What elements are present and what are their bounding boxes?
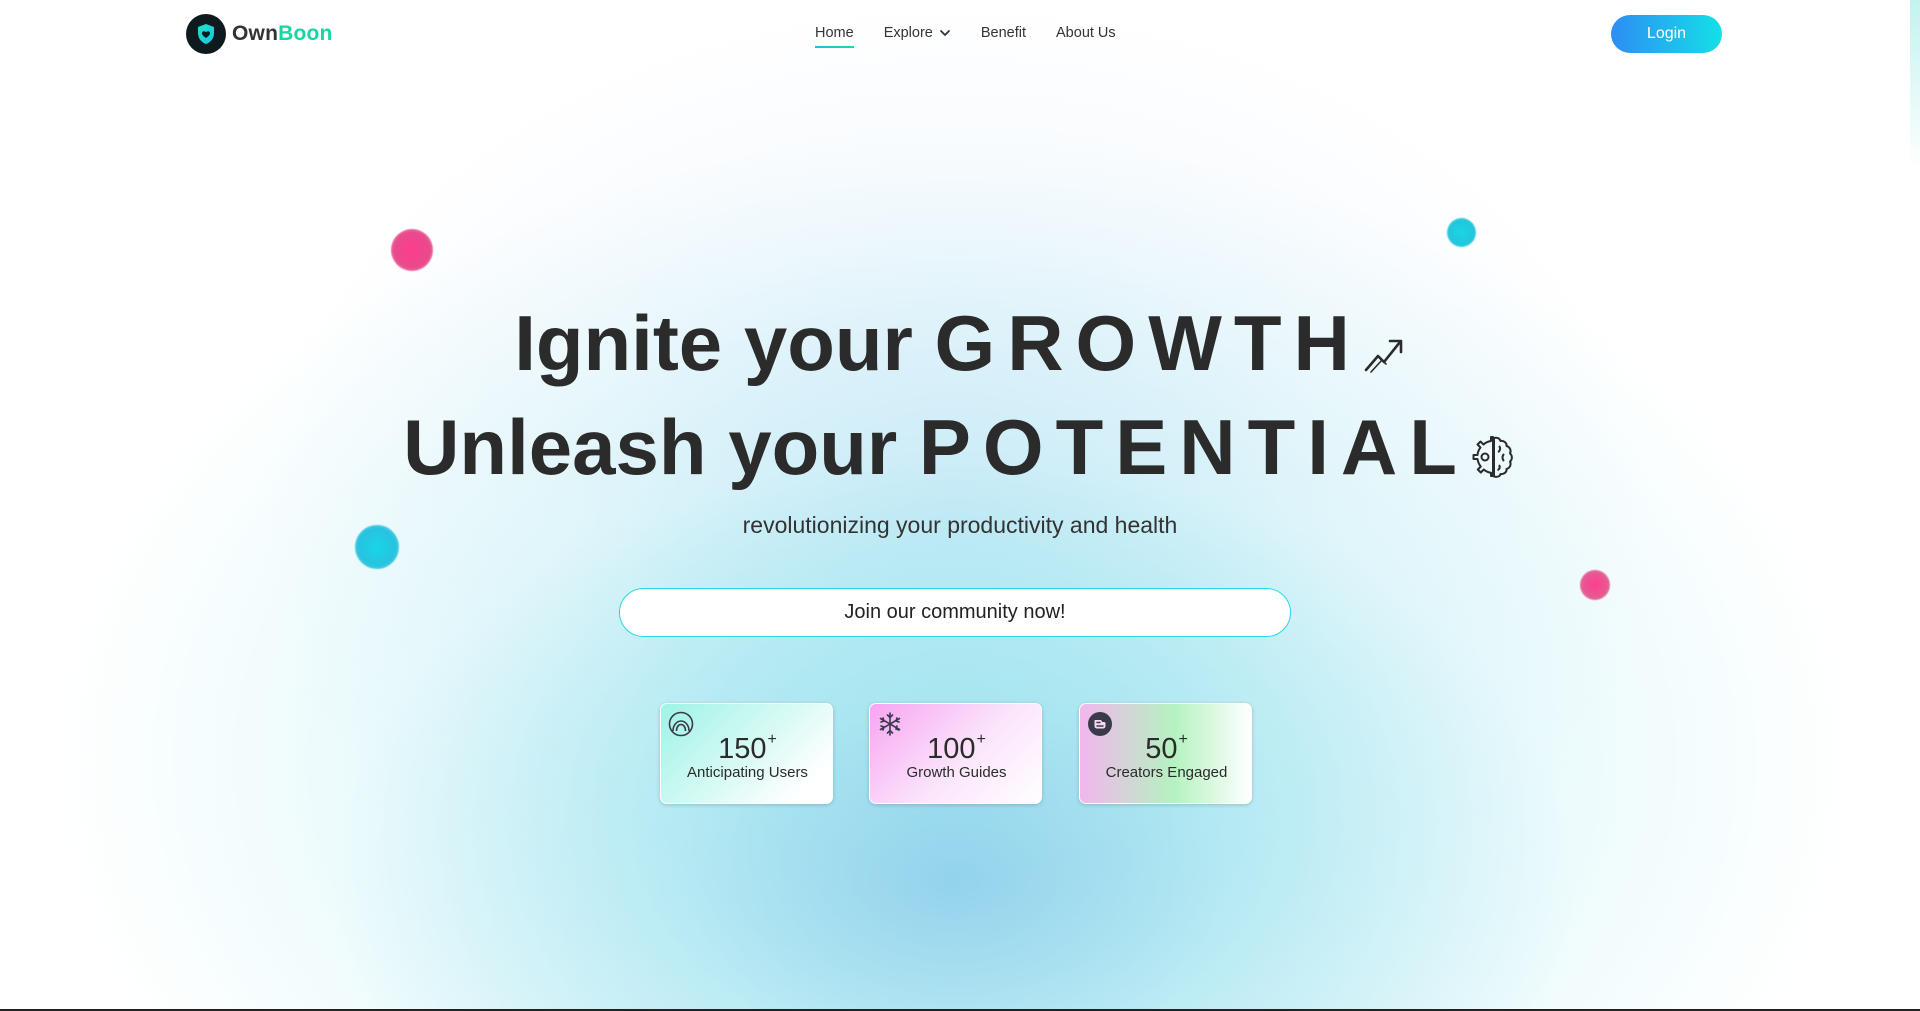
brand-name-part2: Boon: [278, 22, 333, 45]
decorative-orb-cyan: [1447, 218, 1476, 247]
join-community-button[interactable]: Join our community now!: [619, 588, 1291, 637]
chevron-down-icon: [939, 30, 950, 36]
stat-suffix: +: [767, 731, 777, 748]
stat-card-creators: 50+ Creators Engaged: [1079, 703, 1252, 804]
stat-suffix: +: [1178, 731, 1188, 748]
brand-name-part1: Own: [232, 22, 279, 45]
hero-subtitle: revolutionizing your productivity and he…: [742, 512, 1178, 538]
headline-emphasis: POTENTIAL: [918, 403, 1469, 491]
stat-suffix: +: [976, 731, 986, 748]
nav-item-about-us[interactable]: About Us: [1056, 22, 1116, 44]
stat-label: Anticipating Users: [687, 764, 808, 781]
shield-heart-icon: [186, 14, 226, 54]
headline-prefix: Unleash your: [403, 403, 898, 491]
stat-card-users: 150+ Anticipating Users: [660, 703, 833, 804]
decorative-orb-pink: [391, 229, 433, 271]
stat-value: 150+: [661, 731, 834, 766]
top-navbar: OwnBoon Home Explore Benefit About Us Lo…: [0, 0, 1920, 70]
hero-headline-line1: Ignite your GROWTH: [0, 298, 1920, 395]
brain-gear-icon: [1469, 408, 1517, 499]
nav-item-label: Benefit: [980, 25, 1027, 41]
hero-background: [0, 0, 1920, 1011]
nav-item-benefit[interactable]: Benefit: [981, 22, 1026, 44]
stat-number: 100: [927, 733, 976, 765]
stat-number: 50: [1145, 733, 1178, 765]
decorative-orb-pink: [1580, 570, 1610, 600]
login-button[interactable]: Login: [1611, 15, 1722, 53]
stat-label: Growth Guides: [906, 764, 1007, 781]
trending-up-icon: [1362, 304, 1406, 395]
stat-label: Creators Engaged: [1105, 764, 1228, 781]
nav-links: Home Explore Benefit About Us: [815, 22, 1116, 48]
stat-value: 50+: [1080, 731, 1253, 766]
nav-item-label: Home: [815, 25, 854, 41]
nav-item-label: Explore: [883, 25, 933, 41]
stat-number: 150: [718, 733, 767, 765]
brand-name: OwnBoon: [232, 22, 333, 46]
nav-item-label: About Us: [1056, 25, 1116, 41]
nav-item-home[interactable]: Home: [815, 22, 854, 48]
stat-card-guides: 100+ Growth Guides: [869, 703, 1042, 804]
hero-headline-line2: Unleash your POTENTIAL: [0, 402, 1920, 499]
headline-prefix: Ignite your: [514, 299, 913, 387]
nav-item-explore[interactable]: Explore: [884, 22, 951, 44]
brand-logo[interactable]: OwnBoon: [186, 14, 333, 54]
stat-value: 100+: [870, 731, 1043, 766]
headline-emphasis: GROWTH: [934, 299, 1362, 387]
